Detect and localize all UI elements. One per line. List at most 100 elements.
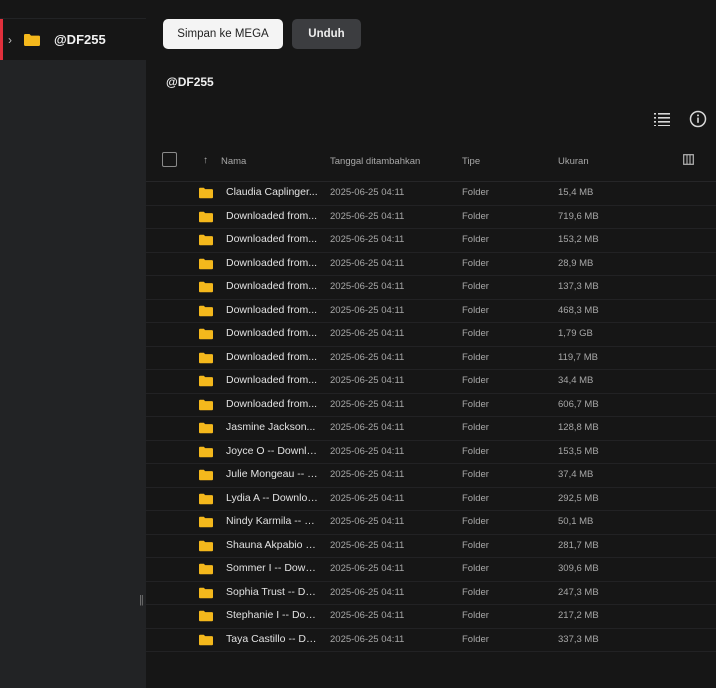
- row-type: Folder: [462, 328, 489, 339]
- row-size: 247,3 MB: [558, 586, 599, 598]
- row-size: 292,5 MB: [558, 492, 599, 504]
- file-list: Claudia Caplinger... 2025-06-25 04:11 Fold…: [146, 182, 716, 652]
- row-date: 2025-06-25 04:11: [330, 422, 405, 433]
- row-type: Folder: [462, 586, 489, 598]
- table-row[interactable]: Downloaded from... 2025-06-25 04:11 Folder…: [146, 206, 716, 229]
- row-name: Julie Mongeau -- Downloaded: [226, 468, 318, 480]
- table-header: ↑ Nama Tanggal ditambahkan Tipe Ukuran: [146, 146, 716, 182]
- table-row[interactable]: Downloaded from... 2025-06-25 04:11 Folder…: [146, 300, 716, 323]
- page-title: @DF255: [166, 75, 214, 89]
- row-date: 2025-06-25 04:11: [330, 563, 405, 574]
- columns-icon[interactable]: [683, 154, 694, 165]
- sidebar-resize-handle[interactable]: ||: [139, 594, 144, 606]
- row-name: Sommer I -- Downloaded: [226, 562, 318, 574]
- folder-icon: [199, 610, 213, 622]
- row-type: Folder: [462, 516, 489, 527]
- table-row[interactable]: Joyce O -- Downloaded 2025-06-25 04:11 Fol…: [146, 441, 716, 464]
- row-date: 2025-06-25 04:11: [330, 351, 405, 363]
- row-size: 37,4 MB: [558, 469, 594, 480]
- row-size: 50,1 MB: [558, 516, 594, 527]
- table-row[interactable]: Julie Mongeau -- Downloaded 2025-06-25 04…: [146, 464, 716, 488]
- table-row[interactable]: Lydia A -- Downloaded 2025-06-25 04:11 Fol…: [146, 488, 716, 511]
- table-row[interactable]: Taya Castillo -- Downloaded 2025-06-25 04…: [146, 629, 716, 652]
- list-view-icon[interactable]: [654, 112, 670, 126]
- table-row[interactable]: Nindy Karmila -- Downloaded 2025-06-25 04…: [146, 511, 716, 535]
- folder-icon: [199, 540, 213, 551]
- row-name: Shauna Akpabio -- Downloaded: [226, 538, 318, 551]
- row-name: Downloaded from...: [226, 374, 318, 386]
- table-row[interactable]: Stephanie I -- Downloaded 2025-06-25 04:1…: [146, 605, 716, 629]
- folder-icon: [199, 493, 213, 504]
- table-row[interactable]: Sommer I -- Downloaded 2025-06-25 04:11 Fo…: [146, 558, 716, 582]
- row-date: 2025-06-25 04:11: [330, 375, 405, 386]
- table-row[interactable]: Downloaded from... 2025-06-25 04:11 Folder…: [146, 323, 716, 347]
- row-type: Folder: [462, 257, 489, 269]
- select-all-checkbox[interactable]: [162, 152, 177, 167]
- row-date: 2025-06-25 04:11: [330, 492, 405, 504]
- row-type: Folder: [462, 210, 489, 222]
- row-date: 2025-06-25 04:11: [330, 257, 405, 269]
- row-size: 137,3 MB: [558, 281, 599, 292]
- column-header-date[interactable]: Tanggal ditambahkan: [330, 156, 420, 167]
- folder-icon: [199, 516, 213, 528]
- sidebar-item-label: @DF255: [54, 32, 106, 47]
- row-name: Downloaded from...: [226, 397, 318, 410]
- sidebar-item-df255[interactable]: › @DF255: [0, 19, 146, 60]
- sidebar: › @DF255 ||: [0, 0, 146, 688]
- table-row[interactable]: Jasmine Jackson... 2025-06-25 04:11 Folder…: [146, 417, 716, 441]
- row-name: Jasmine Jackson...: [226, 421, 316, 433]
- row-date: 2025-06-25 04:11: [330, 210, 405, 222]
- chevron-right-icon[interactable]: ›: [8, 33, 18, 47]
- row-size: 217,2 MB: [558, 610, 599, 621]
- table-row[interactable]: Downloaded from... 2025-06-25 04:11 Folder…: [146, 229, 716, 253]
- row-date: 2025-06-25 04:11: [330, 445, 405, 457]
- row-name: Downloaded from...: [226, 209, 318, 222]
- row-size: 468,3 MB: [558, 304, 599, 316]
- row-size: 153,2 MB: [558, 234, 599, 245]
- folder-icon: [199, 587, 213, 598]
- folder-icon: [199, 305, 213, 316]
- save-to-mega-button[interactable]: Simpan ke MEGA: [163, 19, 283, 49]
- row-name: Downloaded from...: [226, 233, 318, 245]
- row-size: 15,4 MB: [558, 187, 594, 198]
- table-row[interactable]: Downloaded from... 2025-06-25 04:11 Folder…: [146, 276, 716, 300]
- column-header-size[interactable]: Ukuran: [558, 156, 589, 167]
- row-name: Joyce O -- Downloaded: [226, 444, 318, 457]
- folder-icon: [199, 258, 213, 269]
- row-date: 2025-06-25 04:11: [330, 516, 405, 527]
- table-row[interactable]: Shauna Akpabio -- Downloaded 2025-06-25 0…: [146, 535, 716, 558]
- row-date: 2025-06-25 04:11: [330, 398, 405, 410]
- row-type: Folder: [462, 445, 489, 457]
- row-type: Folder: [462, 281, 489, 292]
- download-button[interactable]: Unduh: [292, 19, 361, 49]
- row-name: Sophia Trust -- Downloaded: [226, 585, 318, 598]
- folder-icon: [199, 234, 213, 246]
- folder-icon: [199, 211, 213, 222]
- sidebar-top-spacer: [0, 0, 146, 18]
- folder-icon: [199, 634, 213, 645]
- row-size: 153,5 MB: [558, 445, 599, 457]
- row-date: 2025-06-25 04:11: [330, 304, 405, 316]
- column-header-name[interactable]: Nama: [221, 156, 246, 167]
- row-name: Downloaded from...: [226, 303, 318, 316]
- table-row[interactable]: Sophia Trust -- Downloaded 2025-06-25 04:…: [146, 582, 716, 605]
- row-size: 281,7 MB: [558, 539, 599, 551]
- sort-ascending-icon[interactable]: ↑: [203, 155, 208, 166]
- row-date: 2025-06-25 04:11: [330, 633, 405, 645]
- row-size: 128,8 MB: [558, 422, 599, 433]
- row-name: Stephanie I -- Downloaded: [226, 609, 318, 621]
- column-header-type[interactable]: Tipe: [462, 156, 480, 167]
- folder-icon: [199, 399, 213, 410]
- info-icon[interactable]: [689, 110, 707, 128]
- row-type: Folder: [462, 234, 489, 245]
- table-row[interactable]: Downloaded from... 2025-06-25 04:11 Folder…: [146, 394, 716, 417]
- folder-icon: [24, 33, 40, 46]
- table-row[interactable]: Downloaded from... 2025-06-25 04:11 Folder…: [146, 370, 716, 394]
- table-row[interactable]: Downloaded from... 2025-06-25 04:11 Folder…: [146, 253, 716, 276]
- table-row[interactable]: Downloaded from... 2025-06-25 04:11 Folder…: [146, 347, 716, 370]
- folder-icon: [199, 352, 213, 363]
- folder-icon: [199, 469, 213, 481]
- row-type: Folder: [462, 469, 489, 480]
- table-row[interactable]: Claudia Caplinger... 2025-06-25 04:11 Fold…: [146, 182, 716, 206]
- folder-icon: [199, 281, 213, 293]
